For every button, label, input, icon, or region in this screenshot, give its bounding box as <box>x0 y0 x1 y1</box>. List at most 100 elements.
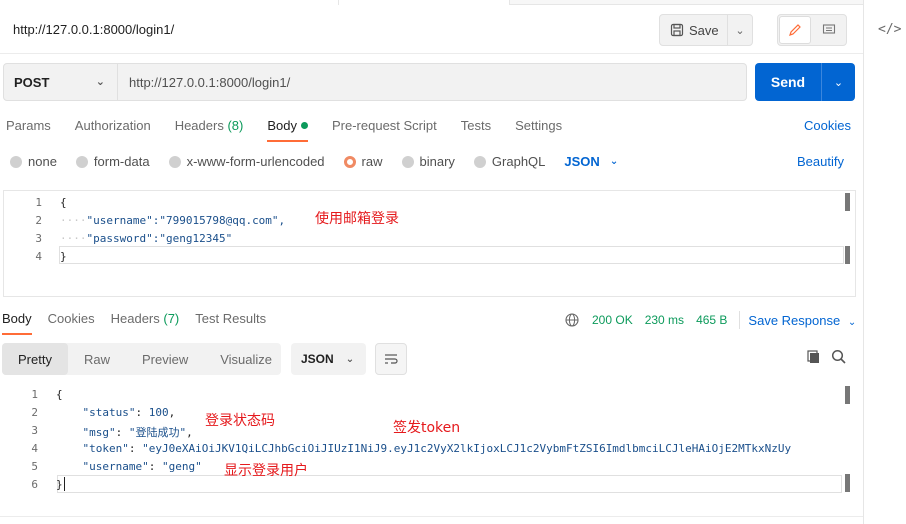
line-number: 2 <box>31 406 38 419</box>
view-mode-group: Pretty Raw Preview Visualize <box>2 343 281 375</box>
save-label: Save <box>689 22 719 38</box>
active-tab-edge <box>338 0 510 5</box>
line-number: 3 <box>35 232 42 245</box>
tab-pre-request-script[interactable]: Pre-request Script <box>332 118 437 142</box>
line-number: 4 <box>35 250 42 263</box>
response-size[interactable]: 465 B <box>696 313 727 327</box>
view-toggle <box>777 14 847 46</box>
response-time[interactable]: 230 ms <box>645 313 684 327</box>
wrap-lines-icon <box>385 354 398 364</box>
annotation-status-code: 登录状态码 <box>205 413 275 429</box>
resp-tab-headers[interactable]: Headers (7) <box>111 311 180 335</box>
body-type-urlencoded[interactable]: x-www-form-urlencoded <box>168 154 325 169</box>
line-number: 2 <box>35 214 42 227</box>
body-type-binary[interactable]: binary <box>401 154 455 169</box>
wrap-lines-button[interactable] <box>375 343 407 375</box>
save-button-group: Save ⌄ <box>659 14 753 46</box>
tab-authorization[interactable]: Authorization <box>75 118 151 142</box>
globe-icon[interactable] <box>565 313 579 327</box>
line-number: 4 <box>31 442 38 455</box>
chevron-down-icon: ⌄ <box>345 353 355 365</box>
annotation-show-user: 显示登录用户 <box>224 463 308 479</box>
main-pane: http://127.0.0.1:8000/login1/ Save ⌄ POS… <box>0 0 863 524</box>
divider <box>0 53 863 54</box>
pencil-icon <box>789 24 801 36</box>
line-number: 1 <box>35 196 42 209</box>
annotation-issue-token: 签发token <box>393 420 461 436</box>
code-line: { <box>60 196 67 209</box>
body-type-raw[interactable]: raw <box>343 154 383 169</box>
request-tabs: Params Authorization Headers (8) Body Pr… <box>6 118 586 142</box>
line-number: 1 <box>31 388 38 401</box>
save-icon <box>670 23 684 37</box>
scrollbar-thumb[interactable] <box>845 193 850 211</box>
resp-tab-body[interactable]: Body <box>2 311 32 335</box>
chevron-down-icon: ⌄ <box>95 76 105 88</box>
resp-tab-test-results[interactable]: Test Results <box>195 311 266 335</box>
tab-params[interactable]: Params <box>6 118 51 142</box>
send-button-group: Send ⌄ <box>755 63 855 101</box>
body-format-select[interactable]: JSON ⌄ <box>564 154 618 169</box>
radio-icon <box>168 155 181 168</box>
tab-tests[interactable]: Tests <box>461 118 491 142</box>
code-line: "status": 100, <box>82 406 176 419</box>
body-type-graphql[interactable]: GraphQL <box>473 154 545 169</box>
chevron-down-icon: ⌄ <box>609 156 619 167</box>
cookies-link[interactable]: Cookies <box>804 118 851 133</box>
radio-icon <box>10 155 22 168</box>
radio-icon <box>75 155 88 168</box>
divider <box>739 311 741 329</box>
line-number: 5 <box>31 460 38 473</box>
code-icon[interactable]: </> <box>878 22 901 38</box>
tab-strip <box>510 0 863 5</box>
copy-icon[interactable] <box>806 349 822 365</box>
beautify-link[interactable]: Beautify <box>797 154 844 169</box>
resp-headers-count: (7) <box>163 311 180 326</box>
scrollbar-marker <box>845 246 850 264</box>
right-sidebar: </> <box>863 0 906 524</box>
view-pretty[interactable]: Pretty <box>2 343 68 375</box>
response-format-select[interactable]: JSON ⌄ <box>291 343 366 375</box>
method-select[interactable]: POST ⌄ <box>3 63 118 101</box>
radio-icon <box>401 155 414 168</box>
comments-toggle[interactable] <box>812 15 846 45</box>
save-button[interactable]: Save <box>660 15 728 45</box>
request-body-editor[interactable]: 1 2 3 4 { ····"username":"799015798@qq.c… <box>3 190 856 297</box>
code-line: "msg": "登陆成功", <box>82 426 193 439</box>
url-input[interactable]: http://127.0.0.1:8000/login1/ <box>118 63 747 101</box>
comment-icon <box>822 24 836 34</box>
scrollbar-thumb[interactable] <box>845 386 850 404</box>
code-line: ····"username":"799015798@qq.com", <box>60 214 286 227</box>
resp-tab-cookies[interactable]: Cookies <box>48 311 95 335</box>
request-title[interactable]: http://127.0.0.1:8000/login1/ <box>13 22 174 37</box>
send-button[interactable]: Send <box>755 63 822 101</box>
response-meta: 200 OK 230 ms 465 B Save Response ⌄ <box>565 311 856 329</box>
view-preview[interactable]: Preview <box>126 343 204 375</box>
chevron-down-icon: ⌄ <box>847 316 857 328</box>
send-dropdown-chevron-icon[interactable]: ⌄ <box>822 63 855 101</box>
body-type-options: none form-data x-www-form-urlencoded raw… <box>10 154 618 169</box>
code-line: "username": "geng" <box>82 460 202 473</box>
code-line: "token": "eyJ0eXAiOiJKV1QiLCJhbGciOiJIUz… <box>82 442 792 455</box>
status-code[interactable]: 200 OK <box>592 313 633 327</box>
save-dropdown-chevron-icon[interactable]: ⌄ <box>728 24 752 37</box>
body-type-form-data[interactable]: form-data <box>75 154 150 169</box>
view-visualize[interactable]: Visualize <box>204 343 288 375</box>
text-cursor <box>64 477 65 491</box>
response-tabs: Body Cookies Headers (7) Test Results <box>2 311 282 335</box>
save-response-button[interactable]: Save Response ⌄ <box>748 313 856 328</box>
tab-body[interactable]: Body <box>267 118 308 142</box>
code-line: } <box>60 250 67 263</box>
headers-count: (8) <box>227 118 244 133</box>
code-line: ····"password":"geng12345" <box>60 232 233 245</box>
search-icon[interactable] <box>831 349 847 365</box>
tab-headers[interactable]: Headers (8) <box>175 118 244 142</box>
view-raw[interactable]: Raw <box>68 343 126 375</box>
divider <box>0 516 863 517</box>
body-type-none[interactable]: none <box>10 154 57 169</box>
tab-settings[interactable]: Settings <box>515 118 562 142</box>
code-line: } <box>56 478 63 491</box>
response-body-viewer[interactable]: 1 2 3 4 5 6 { "status": 100, "msg": "登陆成… <box>0 381 856 499</box>
edit-toggle[interactable] <box>779 16 811 44</box>
body-indicator-dot <box>300 122 308 129</box>
